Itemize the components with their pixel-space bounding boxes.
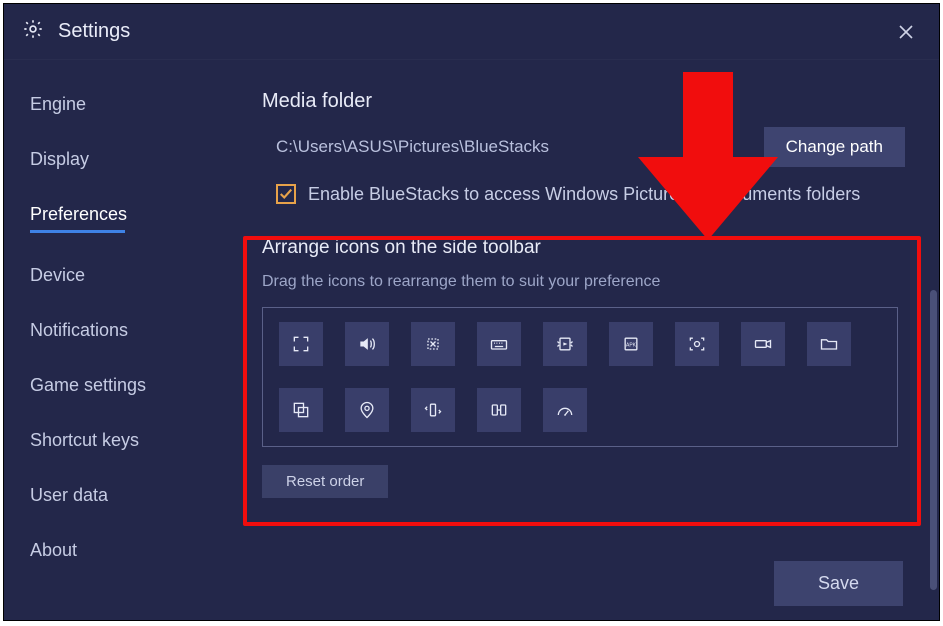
icon-grid: APK — [262, 307, 898, 447]
change-path-button[interactable]: Change path — [764, 127, 905, 167]
sidebar-item-device[interactable]: Device — [30, 265, 85, 286]
sidebar-item-engine[interactable]: Engine — [30, 94, 86, 115]
sidebar-item-preferences[interactable]: Preferences — [30, 204, 127, 231]
arrange-subtitle: Drag the icons to rearrange them to suit… — [262, 273, 911, 291]
sidebar: Engine Display Preferences Device Notifi… — [4, 60, 226, 620]
screenshot-icon[interactable] — [675, 322, 719, 366]
rotate-icon[interactable] — [411, 388, 455, 432]
arrange-section: Arrange icons on the side toolbar Drag t… — [262, 237, 911, 498]
settings-window: Settings Engine Display Preferences Devi… — [3, 3, 940, 621]
record-icon[interactable] — [741, 322, 785, 366]
titlebar: Settings — [4, 4, 939, 60]
sidebar-item-notifications[interactable]: Notifications — [30, 320, 128, 341]
install-apk-icon[interactable]: APK — [609, 322, 653, 366]
keyboard-icon[interactable] — [477, 322, 521, 366]
media-folder-heading: Media folder — [262, 90, 911, 113]
location-icon[interactable] — [345, 388, 389, 432]
media-folder-path: C:\Users\ASUS\Pictures\BlueStacks — [276, 137, 549, 157]
speedometer-icon[interactable] — [543, 388, 587, 432]
main-panel: Media folder C:\Users\ASUS\Pictures\Blue… — [226, 60, 939, 620]
folder-icon[interactable] — [807, 322, 851, 366]
multi-instance-icon[interactable] — [279, 388, 323, 432]
shake-icon[interactable] — [411, 322, 455, 366]
close-button[interactable] — [891, 17, 921, 47]
save-button[interactable]: Save — [774, 561, 903, 606]
gear-icon — [22, 18, 44, 45]
arrange-heading: Arrange icons on the side toolbar — [262, 237, 911, 259]
sync-icon[interactable] — [477, 388, 521, 432]
sidebar-item-display[interactable]: Display — [30, 149, 89, 170]
sidebar-item-shortcut-keys[interactable]: Shortcut keys — [30, 430, 139, 451]
scrollbar[interactable] — [930, 290, 937, 590]
reset-order-button[interactable]: Reset order — [262, 465, 388, 498]
svg-text:APK: APK — [626, 343, 637, 349]
enable-access-checkbox[interactable] — [276, 184, 296, 204]
volume-icon[interactable] — [345, 322, 389, 366]
sidebar-item-user-data[interactable]: User data — [30, 485, 108, 506]
fullscreen-icon[interactable] — [279, 322, 323, 366]
sidebar-item-game-settings[interactable]: Game settings — [30, 375, 146, 396]
window-title: Settings — [58, 20, 130, 43]
enable-access-label: Enable BlueStacks to access Windows Pict… — [308, 181, 860, 207]
sidebar-item-about[interactable]: About — [30, 540, 77, 561]
media-folder-icon[interactable] — [543, 322, 587, 366]
